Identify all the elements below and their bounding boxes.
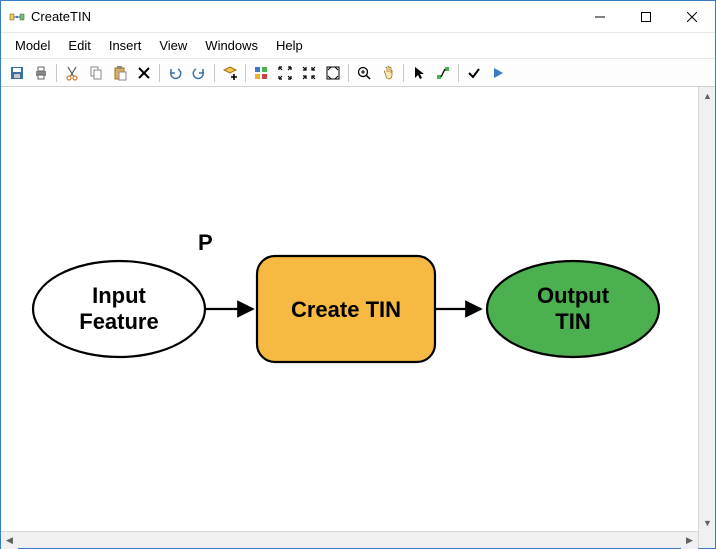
fixed-zoom-in-icon[interactable] xyxy=(273,61,297,85)
scroll-track[interactable] xyxy=(699,104,715,514)
add-data-icon[interactable] xyxy=(218,61,242,85)
create-tin-node[interactable]: Create TIN xyxy=(257,256,435,362)
pan-icon[interactable] xyxy=(376,61,400,85)
fixed-zoom-out-icon[interactable] xyxy=(297,61,321,85)
maximize-button[interactable] xyxy=(623,2,669,32)
input-feature-node[interactable]: Input Feature xyxy=(33,261,205,357)
model-canvas[interactable]: P Input Feature Create TIN xyxy=(1,87,698,531)
menubar: Model Edit Insert View Windows Help xyxy=(1,33,715,59)
print-icon[interactable] xyxy=(29,61,53,85)
minimize-button[interactable] xyxy=(577,2,623,32)
process-node-label: Create TIN xyxy=(291,297,401,322)
input-node-line1: Input xyxy=(92,283,146,308)
copy-icon[interactable] xyxy=(84,61,108,85)
menu-view[interactable]: View xyxy=(151,35,195,56)
titlebar: CreateTIN xyxy=(1,1,715,33)
delete-icon[interactable] xyxy=(132,61,156,85)
toolbar-separator xyxy=(159,64,160,82)
output-node-line1: Output xyxy=(537,283,610,308)
app-icon xyxy=(9,9,25,25)
scroll-corner xyxy=(698,531,715,548)
app-window: CreateTIN Model Edit Insert View Windows… xyxy=(0,0,716,549)
toolbar xyxy=(1,59,715,87)
menu-edit[interactable]: Edit xyxy=(60,35,98,56)
canvas-area: P Input Feature Create TIN xyxy=(1,87,715,531)
output-tin-node[interactable]: Output TIN xyxy=(487,261,659,357)
toolbar-separator xyxy=(403,64,404,82)
connect-icon[interactable] xyxy=(431,61,455,85)
undo-icon[interactable] xyxy=(163,61,187,85)
input-node-line2: Feature xyxy=(79,309,158,334)
toolbar-separator xyxy=(245,64,246,82)
scroll-right-icon[interactable]: ▶ xyxy=(681,532,698,549)
zoom-in-icon[interactable] xyxy=(352,61,376,85)
menu-model[interactable]: Model xyxy=(7,35,58,56)
save-icon[interactable] xyxy=(5,61,29,85)
toolbar-separator xyxy=(56,64,57,82)
vertical-scrollbar[interactable]: ▲ ▼ xyxy=(698,87,715,531)
menu-insert[interactable]: Insert xyxy=(101,35,150,56)
output-node-line2: TIN xyxy=(555,309,590,334)
scroll-up-icon[interactable]: ▲ xyxy=(699,87,715,104)
cut-icon[interactable] xyxy=(60,61,84,85)
scroll-down-icon[interactable]: ▼ xyxy=(699,514,715,531)
menu-windows[interactable]: Windows xyxy=(197,35,266,56)
parameter-label: P xyxy=(198,230,213,255)
menu-help[interactable]: Help xyxy=(268,35,311,56)
scroll-track[interactable] xyxy=(18,532,681,548)
window-title: CreateTIN xyxy=(31,9,91,24)
select-icon[interactable] xyxy=(407,61,431,85)
paste-icon[interactable] xyxy=(108,61,132,85)
run-icon[interactable] xyxy=(486,61,510,85)
toolbar-separator xyxy=(458,64,459,82)
scroll-left-icon[interactable]: ◀ xyxy=(1,532,18,549)
redo-icon[interactable] xyxy=(187,61,211,85)
close-button[interactable] xyxy=(669,2,715,32)
auto-layout-icon[interactable] xyxy=(321,61,345,85)
toolbar-separator xyxy=(348,64,349,82)
toolbar-separator xyxy=(214,64,215,82)
horizontal-scrollbar[interactable]: ◀ ▶ xyxy=(1,531,698,548)
full-extent-icon[interactable] xyxy=(249,61,273,85)
validate-icon[interactable] xyxy=(462,61,486,85)
